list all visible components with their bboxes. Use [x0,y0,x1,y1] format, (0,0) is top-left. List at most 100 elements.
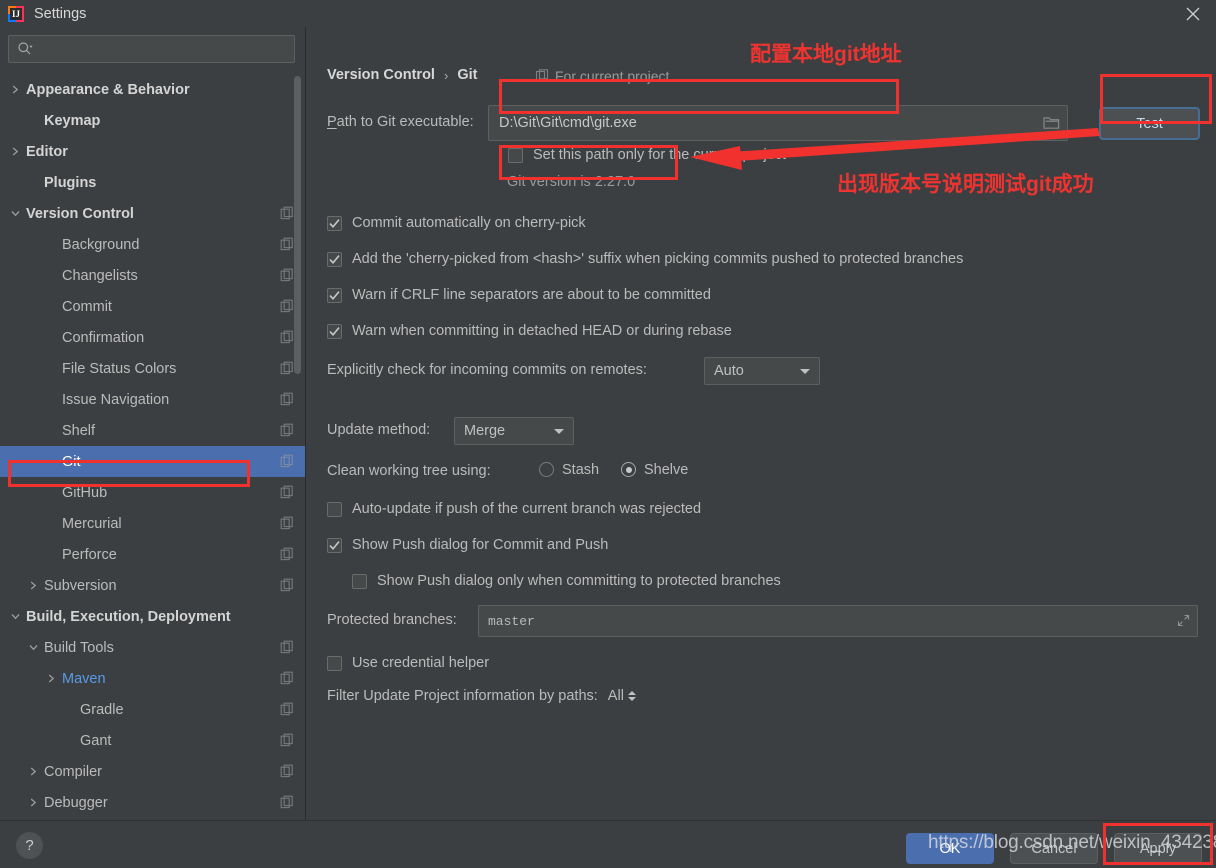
warn-detached-head-row[interactable]: Warn when committing in detached HEAD or… [327,323,732,339]
sidebar-item-appearance-behavior[interactable]: Appearance & Behavior [0,74,305,105]
warn-crlf-checkbox[interactable] [327,288,342,303]
copy-settings-icon[interactable] [280,330,294,344]
commit-auto-cherrypick-row[interactable]: Commit automatically on cherry-pick [327,215,586,231]
copy-settings-icon[interactable] [280,454,294,468]
copy-settings-icon[interactable] [280,640,294,654]
shelve-radio[interactable] [621,462,636,477]
credential-helper-row[interactable]: Use credential helper [327,655,489,671]
warn-crlf-row[interactable]: Warn if CRLF line separators are about t… [327,287,711,303]
test-button[interactable]: Test [1099,107,1200,140]
sidebar-item-compiler[interactable]: Compiler [0,756,305,787]
set-path-only-checkbox[interactable] [508,148,523,163]
protected-branches-input[interactable] [478,605,1198,637]
set-path-only-row[interactable]: Set this path only for the current proje… [508,147,786,163]
chevron-right-icon[interactable] [26,765,40,779]
update-method-select[interactable]: Merge [454,417,574,445]
sidebar-item-background[interactable]: Background [0,229,305,260]
stash-radio[interactable] [539,462,554,477]
warn-detached-head-checkbox[interactable] [327,324,342,339]
expand-icon[interactable] [1177,614,1190,627]
help-button[interactable]: ? [16,832,43,859]
sidebar-item-maven[interactable]: Maven [0,663,305,694]
show-push-dialog-checkbox[interactable] [327,538,342,553]
chevron-right-icon[interactable] [26,796,40,810]
filter-paths-select[interactable]: All [608,688,636,704]
copy-settings-icon[interactable] [280,392,294,406]
sidebar-scrollbar[interactable] [294,74,303,814]
clean-tree-stash-row[interactable]: Stash [539,462,599,478]
sidebar-item-perforce[interactable]: Perforce [0,539,305,570]
sidebar-item-issue-navigation[interactable]: Issue Navigation [0,384,305,415]
protected-branches-wrapper [478,605,1198,637]
copy-settings-icon[interactable] [280,485,294,499]
sidebar-item-keymap[interactable]: Keymap [0,105,305,136]
chevron-right-icon[interactable] [8,83,22,97]
chevron-right-icon[interactable] [44,672,58,686]
copy-settings-icon[interactable] [280,423,294,437]
close-icon[interactable] [1170,0,1216,27]
copy-settings-icon[interactable] [280,671,294,685]
auto-update-row[interactable]: Auto-update if push of the current branc… [327,501,701,517]
search-input[interactable] [33,41,288,57]
sidebar-item-version-control[interactable]: Version Control [0,198,305,229]
sidebar-item-confirmation[interactable]: Confirmation [0,322,305,353]
copy-settings-icon[interactable] [280,206,294,220]
clean-tree-shelve-row[interactable]: Shelve [621,462,688,478]
folder-icon[interactable] [1043,115,1060,130]
incoming-commits-select[interactable]: Auto [704,357,820,385]
chevron-down-icon[interactable] [8,207,22,221]
watermark-text: https://blog.csdn.net/weixin_43423864 [928,832,1216,853]
sidebar-item-plugins[interactable]: Plugins [0,167,305,198]
cherrypicked-suffix-row[interactable]: Add the 'cherry-picked from <hash>' suff… [327,251,963,267]
sidebar-item-commit[interactable]: Commit [0,291,305,322]
set-path-only-label: Set this path only for the current proje… [533,147,787,163]
auto-update-checkbox[interactable] [327,502,342,517]
copy-settings-icon[interactable] [280,237,294,251]
search-box[interactable] [8,35,295,63]
clean-working-tree-label: Clean working tree using: [327,463,491,479]
show-push-protected-checkbox[interactable] [352,574,367,589]
sidebar-item-shelf[interactable]: Shelf [0,415,305,446]
intellij-idea-icon: IJ [8,5,24,22]
sidebar-item-mercurial[interactable]: Mercurial [0,508,305,539]
credential-helper-checkbox[interactable] [327,656,342,671]
show-push-dialog-row[interactable]: Show Push dialog for Commit and Push [327,537,608,553]
copy-settings-icon[interactable] [280,516,294,530]
copy-settings-icon[interactable] [280,268,294,282]
sidebar-item-build-execution-deployment[interactable]: Build, Execution, Deployment [0,601,305,632]
copy-settings-icon[interactable] [280,702,294,716]
commit-auto-cherrypick-checkbox[interactable] [327,216,342,231]
copy-settings-icon[interactable] [280,764,294,778]
cherrypicked-suffix-checkbox[interactable] [327,252,342,267]
chevron-down-icon[interactable] [8,610,22,624]
copy-settings-icon[interactable] [280,578,294,592]
copy-settings-icon[interactable] [280,733,294,747]
sidebar-item-debugger[interactable]: Debugger [0,787,305,818]
sidebar-item-gant[interactable]: Gant [0,725,305,756]
sidebar-item-build-tools[interactable]: Build Tools [0,632,305,663]
show-push-protected-row[interactable]: Show Push dialog only when committing to… [352,573,781,589]
chevron-right-icon[interactable] [8,145,22,159]
chevron-down-icon[interactable] [26,641,40,655]
sidebar-item-git[interactable]: Git [0,446,305,477]
sidebar-item-gradle[interactable]: Gradle [0,694,305,725]
copy-settings-icon[interactable] [280,361,294,375]
sidebar-item-file-status-colors[interactable]: File Status Colors [0,353,305,384]
copy-settings-icon[interactable] [280,795,294,809]
sidebar-scrollbar-thumb[interactable] [294,76,301,374]
breadcrumb-parent[interactable]: Version Control [327,67,435,83]
sidebar-item-subversion[interactable]: Subversion [0,570,305,601]
sidebar-item-label: Subversion [44,577,117,594]
git-path-input[interactable] [488,105,1068,141]
sidebar-item-changelists[interactable]: Changelists [0,260,305,291]
copy-settings-icon[interactable] [280,547,294,561]
sidebar-item-editor[interactable]: Editor [0,136,305,167]
copy-settings-icon[interactable] [280,299,294,313]
sidebar-item-github[interactable]: GitHub [0,477,305,508]
chevron-right-icon[interactable] [26,579,40,593]
